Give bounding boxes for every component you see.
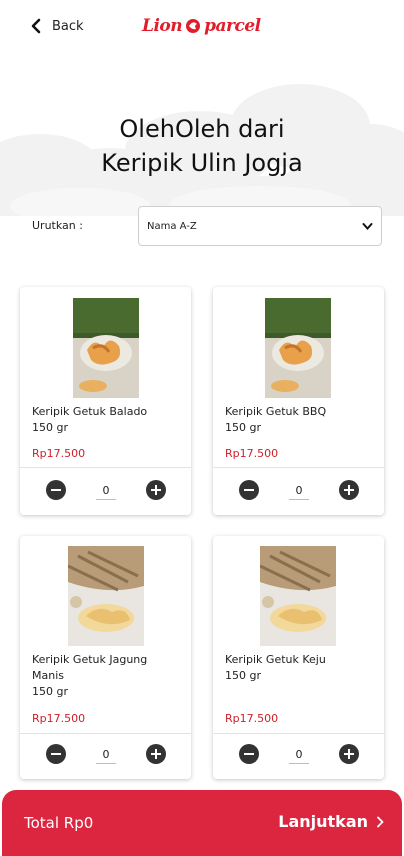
checkout-bar: Total Rp0 Lanjutkan <box>2 790 402 856</box>
quantity-input[interactable] <box>96 745 116 764</box>
chevron-right-icon <box>377 816 384 827</box>
increase-button[interactable] <box>146 744 166 764</box>
product-card[interactable]: Keripik Getuk Jagung Manis 150 gr Rp17.5… <box>20 536 191 779</box>
product-card[interactable]: Keripik Getuk Keju 150 gr Rp17.500 <box>213 536 384 779</box>
title-line-2: Keripik Ulin Jogja <box>101 149 303 177</box>
product-price: Rp17.500 <box>225 447 279 460</box>
product-image <box>68 546 144 646</box>
product-name: Keripik Getuk Keju <box>225 653 326 666</box>
product-name: Keripik Getuk Balado <box>32 405 148 418</box>
product-card[interactable]: Keripik Getuk Balado 150 gr Rp17.500 <box>20 287 191 515</box>
sort-selected-value: Nama A-Z <box>147 220 197 232</box>
decrease-button[interactable] <box>46 744 66 764</box>
lion-logo-icon <box>186 19 201 33</box>
chevron-left-icon <box>31 18 41 34</box>
product-image <box>260 546 336 646</box>
sort-label: Urutkan : <box>32 219 83 232</box>
decrease-button[interactable] <box>239 480 259 500</box>
quantity-stepper <box>239 744 359 764</box>
product-name: Keripik Getuk BBQ <box>225 405 327 418</box>
product-price: Rp17.500 <box>32 712 86 725</box>
continue-button[interactable]: Lanjutkan <box>278 812 384 831</box>
product-image <box>73 298 139 398</box>
quantity-stepper <box>239 480 359 500</box>
quantity-input[interactable] <box>96 481 116 500</box>
decrease-button[interactable] <box>239 744 259 764</box>
back-button[interactable]: Back <box>30 18 84 34</box>
quantity-input[interactable] <box>289 481 309 500</box>
card-divider <box>20 733 191 734</box>
quantity-stepper <box>46 744 166 764</box>
page-title: OlehOleh dari Keripik Ulin Jogja <box>0 112 404 180</box>
back-label: Back <box>52 18 84 34</box>
increase-button[interactable] <box>146 480 166 500</box>
sort-select[interactable]: Nama A-Z <box>138 206 382 246</box>
product-weight: 150 gr <box>225 421 261 434</box>
increase-button[interactable] <box>339 744 359 764</box>
product-weight: 150 gr <box>225 669 261 682</box>
quantity-input[interactable] <box>289 745 309 764</box>
product-weight: 150 gr <box>32 421 68 434</box>
product-price: Rp17.500 <box>32 447 86 460</box>
top-bar: Back Lion parcel <box>0 0 404 56</box>
total-amount: Total Rp0 <box>24 814 94 832</box>
product-name: Keripik Getuk Jagung Manis <box>32 653 148 682</box>
continue-label: Lanjutkan <box>278 812 368 831</box>
quantity-stepper <box>46 480 166 500</box>
title-line-1: OlehOleh dari <box>119 115 285 143</box>
product-weight: 150 gr <box>32 685 68 698</box>
product-price: Rp17.500 <box>225 712 279 725</box>
decrease-button[interactable] <box>46 480 66 500</box>
lion-parcel-logo: Lion parcel <box>142 16 261 36</box>
product-image <box>265 298 331 398</box>
card-divider <box>20 467 191 468</box>
increase-button[interactable] <box>339 480 359 500</box>
product-card[interactable]: Keripik Getuk BBQ 150 gr Rp17.500 <box>213 287 384 515</box>
card-divider <box>213 467 384 468</box>
chevron-down-icon <box>362 223 373 231</box>
card-divider <box>213 733 384 734</box>
